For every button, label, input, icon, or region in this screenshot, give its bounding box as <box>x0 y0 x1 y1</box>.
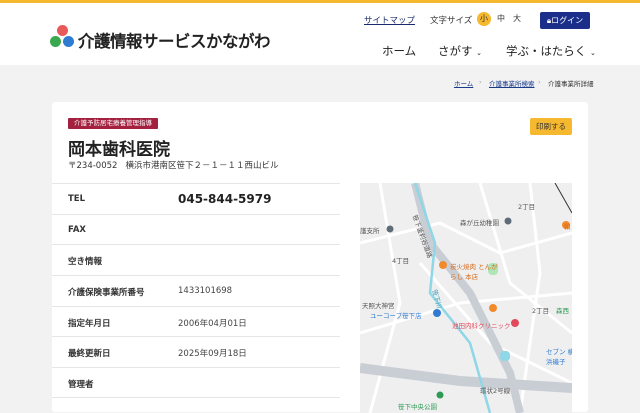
shop-pin-icon <box>433 309 441 317</box>
table-row: 介護保険事業所番号 1433101698 <box>52 275 340 306</box>
map-label: 笹下中央公園 <box>398 403 437 411</box>
site-title[interactable]: 介護情報サービスかながわ <box>78 28 271 52</box>
row-label: TEL <box>68 194 86 204</box>
font-size-small-button[interactable]: 小 <box>477 12 491 26</box>
table-row: 指定年月日 2006年04月01日 <box>52 305 340 337</box>
breadcrumb-current: 介護事業所詳細 <box>548 80 594 88</box>
nav-learn-work[interactable]: 学ぶ・はたらく ⌄ <box>506 43 596 59</box>
nav-learn-label: 学ぶ・はたらく <box>506 44 587 58</box>
map-label: 森西 <box>556 307 569 315</box>
login-label: ログイン <box>551 16 584 25</box>
restaurant-pin-icon <box>489 304 497 312</box>
row-value: 2025年09月18日 <box>178 349 247 360</box>
map-view[interactable]: 2丁目 森が丘幼稚園 笹下釜利谷道路 護支所 4丁目 炭火焼肉 とんがらし 本店… <box>360 183 572 413</box>
nav-home[interactable]: ホーム <box>382 43 416 59</box>
map-label: 2丁目 <box>518 203 536 211</box>
row-value: 1433101698 <box>178 286 233 297</box>
logo-icon[interactable] <box>50 25 76 51</box>
row-label: 空き情報 <box>68 257 103 268</box>
row-label: 管理者 <box>68 380 94 391</box>
map-label: 炭火焼肉 とんがらし 本店 <box>450 263 498 281</box>
breadcrumb-separator-icon: › <box>538 78 541 86</box>
facility-address: 〒234-0052 横浜市港南区笹下２－１－１１西山ビル <box>68 159 279 171</box>
table-row: TEL 045-844-5979 <box>52 183 340 214</box>
facility-info-table: TEL 045-844-5979 FAX 空き情報 介護保険事業所番号 143310… <box>52 183 340 398</box>
table-row: 空き情報 <box>52 244 340 275</box>
breadcrumb-separator-icon: › <box>479 78 482 86</box>
sitemap-link[interactable]: サイトマップ <box>364 14 415 26</box>
site-header: 介護情報サービスかながわ サイトマップ 文字サイズ 小 中 大 🔒︎ログイン ホ… <box>0 3 640 65</box>
facility-name: 岡本歯科医院 <box>68 140 170 160</box>
map-label: 4丁目 <box>392 257 410 265</box>
chevron-down-icon: ⌄ <box>589 49 596 57</box>
map-label: ユーコープ笹下店 <box>370 312 422 320</box>
table-row: 管理者 <box>52 367 340 398</box>
service-type-badge: 介護予防居宅療養管理指導 <box>68 118 158 129</box>
chevron-down-icon: ⌄ <box>476 49 483 57</box>
map-label: セブン 横浜磯子 <box>546 348 572 366</box>
map-label: 天照大神宮 <box>362 302 395 310</box>
postal-code: 〒234-0052 <box>68 161 118 171</box>
row-label: 指定年月日 <box>68 318 111 329</box>
map-label: 環状2号線 <box>480 387 511 395</box>
row-value: 2006年04月01日 <box>178 318 247 329</box>
nav-search-label: さがす <box>438 44 473 58</box>
map-label: 池田内科クリニック <box>452 322 511 330</box>
login-button[interactable]: 🔒︎ログイン <box>540 12 590 29</box>
breadcrumb-search[interactable]: 介護事業所検索 <box>489 78 535 88</box>
breadcrumb-home[interactable]: ホーム <box>454 78 473 88</box>
font-size-label: 文字サイズ <box>430 16 473 26</box>
table-row: 最終更新日 2025年09月18日 <box>52 336 340 367</box>
map-label: 護支所 <box>360 227 380 235</box>
font-size-medium-button[interactable]: 中 <box>494 12 508 26</box>
school-pin-icon <box>504 217 512 225</box>
row-label: FAX <box>68 224 86 235</box>
table-row: FAX <box>52 213 340 245</box>
map-label: 2丁目 <box>532 307 550 315</box>
clinic-pin-icon <box>511 319 519 327</box>
office-pin-icon <box>386 225 394 233</box>
park-pin-icon <box>436 391 444 399</box>
nav-search[interactable]: さがす ⌄ <box>438 43 482 59</box>
restaurant-pin-icon <box>439 261 447 269</box>
row-label: 介護保険事業所番号 <box>68 288 145 299</box>
map-label: 和 <box>564 223 571 231</box>
facility-card: 介護予防居宅療養管理指導 印刷する 岡本歯科医院 〒234-0052 横浜市港南… <box>52 102 588 413</box>
map-label: 森が丘幼稚園 <box>460 219 499 227</box>
address-text: 横浜市港南区笹下２－１－１１西山ビル <box>125 161 279 171</box>
font-size-large-button[interactable]: 大 <box>510 12 524 26</box>
row-label: 最終更新日 <box>68 349 111 360</box>
tel-value[interactable]: 045-844-5979 <box>178 192 271 206</box>
print-button[interactable]: 印刷する <box>530 118 572 135</box>
